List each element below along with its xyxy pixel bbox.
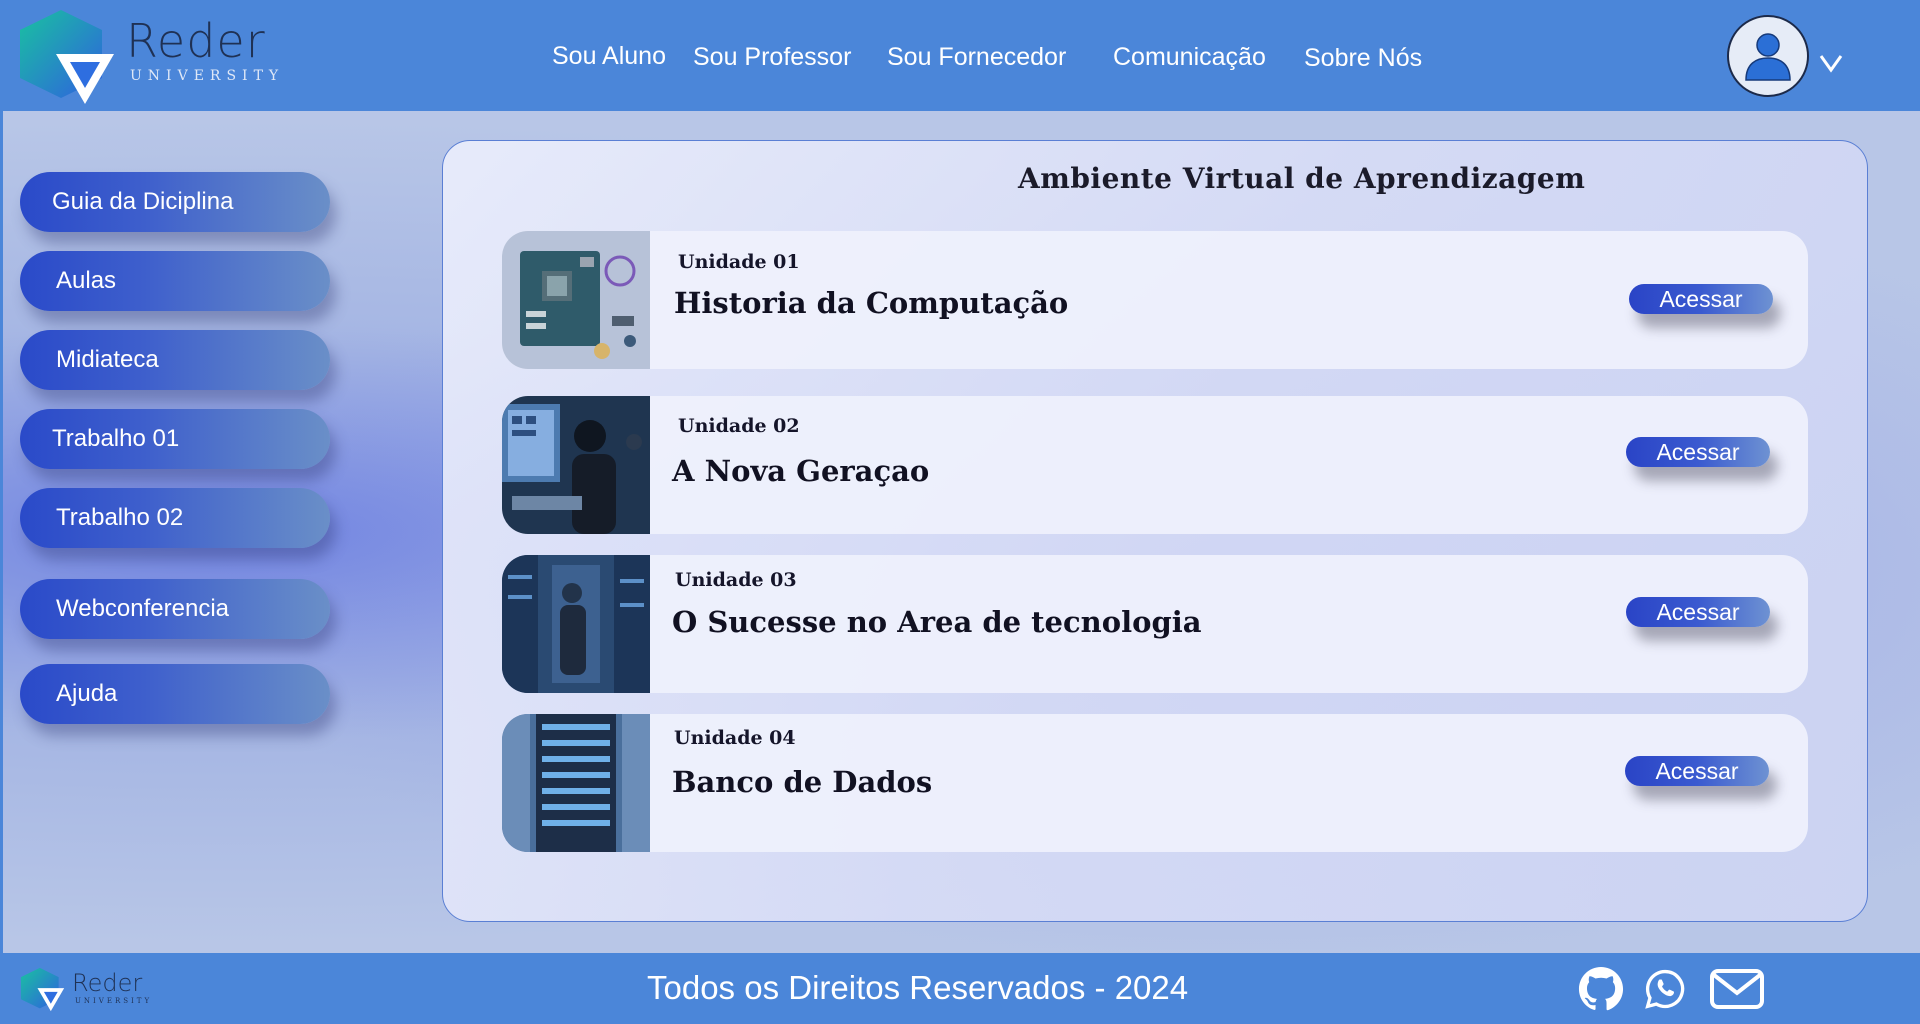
user-avatar-icon: [1745, 33, 1791, 81]
chevron-down-icon[interactable]: [1818, 52, 1844, 74]
sidebar-item-label: Webconferencia: [56, 595, 229, 622]
sidebar-item-trabalho-01[interactable]: Trabalho 01: [20, 409, 330, 469]
footer-logo-name: Reder: [72, 969, 143, 997]
unit-title: Banco de Dados: [672, 765, 933, 799]
nav-sou-aluno[interactable]: Sou Aluno: [552, 42, 666, 71]
unit-card-02: Unidade 02 A Nova Geraçao: [502, 396, 1808, 534]
sidebar-item-label: Trabalho 01: [52, 425, 180, 452]
copyright-text: Todos os Direitos Reservados - 2024: [647, 969, 1189, 1006]
mail-icon[interactable]: [1710, 969, 1764, 1009]
sidebar-item-label: Aulas: [56, 267, 117, 294]
nav-sou-fornecedor[interactable]: Sou Fornecedor: [887, 43, 1066, 72]
programmer-at-computer-image: [502, 396, 650, 534]
footer: Reder UNIVERSITY Todos os Direitos Reser…: [0, 953, 1920, 1024]
page-title: Ambiente Virtual de Aprendizagem: [1018, 162, 1586, 195]
nav-sou-professor[interactable]: Sou Professor: [693, 43, 851, 72]
unit-label: Unidade 02: [678, 415, 800, 437]
nav-sobre-nos[interactable]: Sobre Nós: [1304, 44, 1422, 73]
access-button-unit-03[interactable]: Acessar: [1626, 597, 1770, 627]
github-icon[interactable]: [1578, 966, 1624, 1012]
main-nav: Sou Aluno Sou Professor Sou Fornecedor C…: [0, 40, 1920, 80]
access-button-unit-01[interactable]: Acessar: [1629, 284, 1773, 314]
unit-card-03: Unidade 03 O Sucesse no Area de tecnolog…: [502, 555, 1808, 693]
access-button-unit-02[interactable]: Acessar: [1626, 437, 1770, 467]
unit-card-01: Unidade 01 Historia da Computação: [502, 231, 1808, 369]
circuit-board-image: [502, 231, 650, 369]
access-button-unit-04[interactable]: Acessar: [1625, 756, 1769, 786]
sidebar-item-midiateca[interactable]: Midiateca: [20, 330, 330, 390]
unit-title: O Sucesse no Area de tecnologia: [672, 605, 1202, 639]
sidebar-item-aulas[interactable]: Aulas: [20, 251, 330, 311]
sidebar-item-trabalho-02[interactable]: Trabalho 02: [20, 488, 330, 548]
footer-logo-subtitle: UNIVERSITY: [75, 997, 153, 1005]
header: Reder UNIVERSITY Sou Aluno Sou Professor…: [0, 0, 1920, 111]
sidebar-item-label: Ajuda: [56, 680, 118, 707]
woman-in-datacenter-image: [502, 555, 650, 693]
sidebar-item-label: Midiateca: [56, 346, 159, 373]
sidebar-item-webconferencia[interactable]: Webconferencia: [20, 579, 330, 639]
sidebar-item-label: Trabalho 02: [56, 504, 184, 531]
whatsapp-icon[interactable]: [1643, 967, 1687, 1011]
unit-title: A Nova Geraçao: [672, 454, 930, 488]
unit-label: Unidade 03: [675, 569, 797, 591]
hexagon-logo-icon[interactable]: [20, 967, 66, 1013]
server-rack-image: [502, 714, 650, 852]
sidebar-item-ajuda[interactable]: Ajuda: [20, 664, 330, 724]
nav-comunicacao[interactable]: Comunicação: [1113, 43, 1266, 72]
unit-label: Unidade 04: [674, 727, 796, 749]
user-avatar[interactable]: [1727, 15, 1809, 97]
unit-label: Unidade 01: [678, 251, 800, 273]
unit-title: Historia da Computação: [674, 286, 1069, 320]
unit-card-04: Unidade 04 Banco de Dados: [502, 714, 1808, 852]
